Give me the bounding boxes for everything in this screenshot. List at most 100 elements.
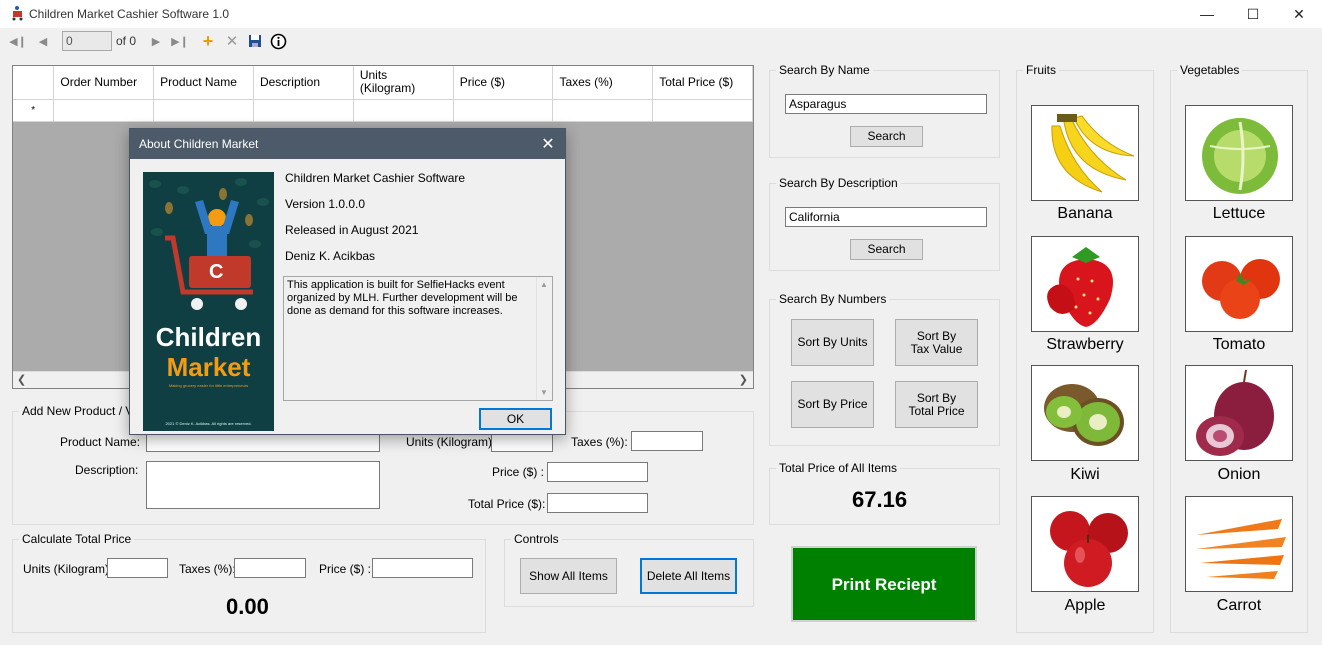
about-product-name: Children Market Cashier Software xyxy=(285,171,466,185)
taxes-label: Taxes (%): xyxy=(571,435,628,449)
logo-line-children: Children xyxy=(155,322,262,352)
calc-taxes-input[interactable] xyxy=(234,558,306,578)
product-name-label: Product Name: xyxy=(60,435,141,449)
table-cell[interactable] xyxy=(453,99,554,122)
sort-by-tax-button[interactable]: Sort By Tax Value xyxy=(895,319,978,366)
row-header-corner xyxy=(13,66,55,100)
table-cell[interactable] xyxy=(353,99,454,122)
count-label: of 0 xyxy=(116,34,137,48)
calc-taxes-label: Taxes (%): xyxy=(179,562,236,576)
description-input[interactable] xyxy=(146,461,380,509)
about-close-icon[interactable]: ✕ xyxy=(531,129,565,159)
title-bar: Children Market Cashier Software 1.0 — ☐… xyxy=(0,0,1322,28)
onion-caption: Onion xyxy=(1217,466,1261,483)
sort-by-units-button[interactable]: Sort By Units xyxy=(791,319,874,366)
move-last-icon[interactable]: ▶❙ xyxy=(171,32,189,50)
column-order-number[interactable]: Order Number xyxy=(53,66,155,100)
table-cell[interactable] xyxy=(652,99,753,122)
controls-group: Controls Show All Items Delete All Items xyxy=(504,532,754,607)
show-all-items-button[interactable]: Show All Items xyxy=(520,558,617,594)
move-previous-icon[interactable]: ◀ xyxy=(34,32,52,50)
logo-copyright: 2021 © Deniz K. Acikbas. All rights are … xyxy=(165,421,252,426)
vegetables-group: Vegetables Lettuce Tomato Onion Carrot xyxy=(1170,63,1308,633)
tomato-caption: Tomato xyxy=(1212,336,1266,353)
print-receipt-button[interactable]: Print Reciept xyxy=(791,546,977,622)
column-total-price[interactable]: Total Price ($) xyxy=(652,66,753,100)
carrot-image[interactable] xyxy=(1185,496,1293,592)
calc-price-input[interactable] xyxy=(372,558,473,578)
move-next-icon[interactable]: ▶ xyxy=(147,32,165,50)
column-taxes[interactable]: Taxes (%) xyxy=(552,66,654,100)
calc-result: 0.00 xyxy=(226,594,269,619)
table-cell[interactable] xyxy=(253,99,354,122)
table-row[interactable]: * xyxy=(13,99,753,122)
logo-tagline: Making grocery easier for little entrepr… xyxy=(168,383,249,388)
minimize-icon[interactable]: — xyxy=(1184,0,1230,28)
table-cell[interactable] xyxy=(153,99,254,122)
description-label: Description: xyxy=(75,463,139,477)
kiwi-caption: Kiwi xyxy=(1070,466,1100,483)
column-price[interactable]: Price ($) xyxy=(453,66,554,100)
column-units[interactable]: Units (Kilogram) xyxy=(353,66,454,100)
position-input[interactable]: 0 xyxy=(62,31,112,51)
lettuce-image[interactable] xyxy=(1185,105,1293,201)
onion-image[interactable] xyxy=(1185,365,1293,461)
controls-legend: Controls xyxy=(511,532,562,546)
about-ok-button[interactable]: OK xyxy=(479,408,552,430)
maximize-icon[interactable]: ☐ xyxy=(1230,0,1276,28)
price-input[interactable] xyxy=(547,462,648,482)
search-description-input[interactable] xyxy=(785,207,987,227)
description-scrollbar[interactable]: ▲ ▼ xyxy=(536,277,552,400)
close-icon[interactable]: ✕ xyxy=(1276,0,1322,28)
apple-image[interactable] xyxy=(1031,496,1139,592)
about-version: Version 1.0.0.0 xyxy=(285,197,366,211)
move-first-icon[interactable]: ◀❙ xyxy=(9,32,27,50)
delete-icon[interactable]: ✕ xyxy=(223,32,241,50)
total-all-legend: Total Price of All Items xyxy=(776,461,901,475)
about-description-box[interactable]: This application is built for SelfieHack… xyxy=(283,276,553,401)
lettuce-caption: Lettuce xyxy=(1212,205,1266,222)
save-icon[interactable] xyxy=(246,32,264,50)
total-price-input[interactable] xyxy=(547,493,648,513)
sort-by-total-button[interactable]: Sort By Total Price xyxy=(895,381,978,428)
kiwi-image[interactable] xyxy=(1031,365,1139,461)
search-name-input[interactable] xyxy=(785,94,987,114)
add-product-legend: Add New Product / Vie xyxy=(19,404,146,418)
tomato-image[interactable] xyxy=(1185,236,1293,332)
add-new-icon[interactable]: + xyxy=(199,31,217,51)
search-name-group: Search By Name Search xyxy=(769,63,1000,158)
column-description[interactable]: Description xyxy=(253,66,354,100)
strawberry-image[interactable] xyxy=(1031,236,1139,332)
product-name-input[interactable] xyxy=(146,432,380,452)
info-icon[interactable] xyxy=(269,32,287,50)
carrot-caption: Carrot xyxy=(1216,597,1262,614)
sort-by-price-button[interactable]: Sort By Price xyxy=(791,381,874,428)
about-released: Released in August 2021 xyxy=(285,223,419,237)
calc-units-input[interactable] xyxy=(107,558,168,578)
about-description-text: This application is built for SelfieHack… xyxy=(287,279,518,317)
scroll-left-icon[interactable]: ❮ xyxy=(17,373,26,386)
taxes-input[interactable] xyxy=(631,431,703,451)
calculate-group: Calculate Total Price Units (Kilogram): … xyxy=(12,532,486,633)
scroll-down-icon[interactable]: ▼ xyxy=(540,386,548,399)
search-name-button[interactable]: Search xyxy=(850,126,923,147)
total-price-label: Total Price ($): xyxy=(468,497,546,511)
about-dialog-titlebar: About Children Market ✕ xyxy=(130,129,565,159)
search-description-legend: Search By Description xyxy=(776,176,901,190)
units-input[interactable] xyxy=(491,432,553,452)
scroll-right-icon[interactable]: ❯ xyxy=(739,373,748,386)
table-cell[interactable] xyxy=(552,99,654,122)
window-title: Children Market Cashier Software 1.0 xyxy=(29,7,230,21)
search-numbers-legend: Search By Numbers xyxy=(776,292,890,306)
strawberry-caption: Strawberry xyxy=(1046,336,1124,353)
calc-units-label: Units (Kilogram): xyxy=(23,562,113,576)
search-numbers-group: Search By Numbers Sort By Units Sort By … xyxy=(769,292,1000,446)
table-cell[interactable] xyxy=(53,99,155,122)
column-product-name[interactable]: Product Name xyxy=(153,66,254,100)
cart-app-icon xyxy=(12,6,23,21)
scroll-up-icon[interactable]: ▲ xyxy=(540,278,548,291)
banana-image[interactable] xyxy=(1031,105,1139,201)
total-all-group: Total Price of All Items 67.16 xyxy=(769,461,1000,525)
search-description-button[interactable]: Search xyxy=(850,239,923,260)
delete-all-items-button[interactable]: Delete All Items xyxy=(640,558,737,594)
